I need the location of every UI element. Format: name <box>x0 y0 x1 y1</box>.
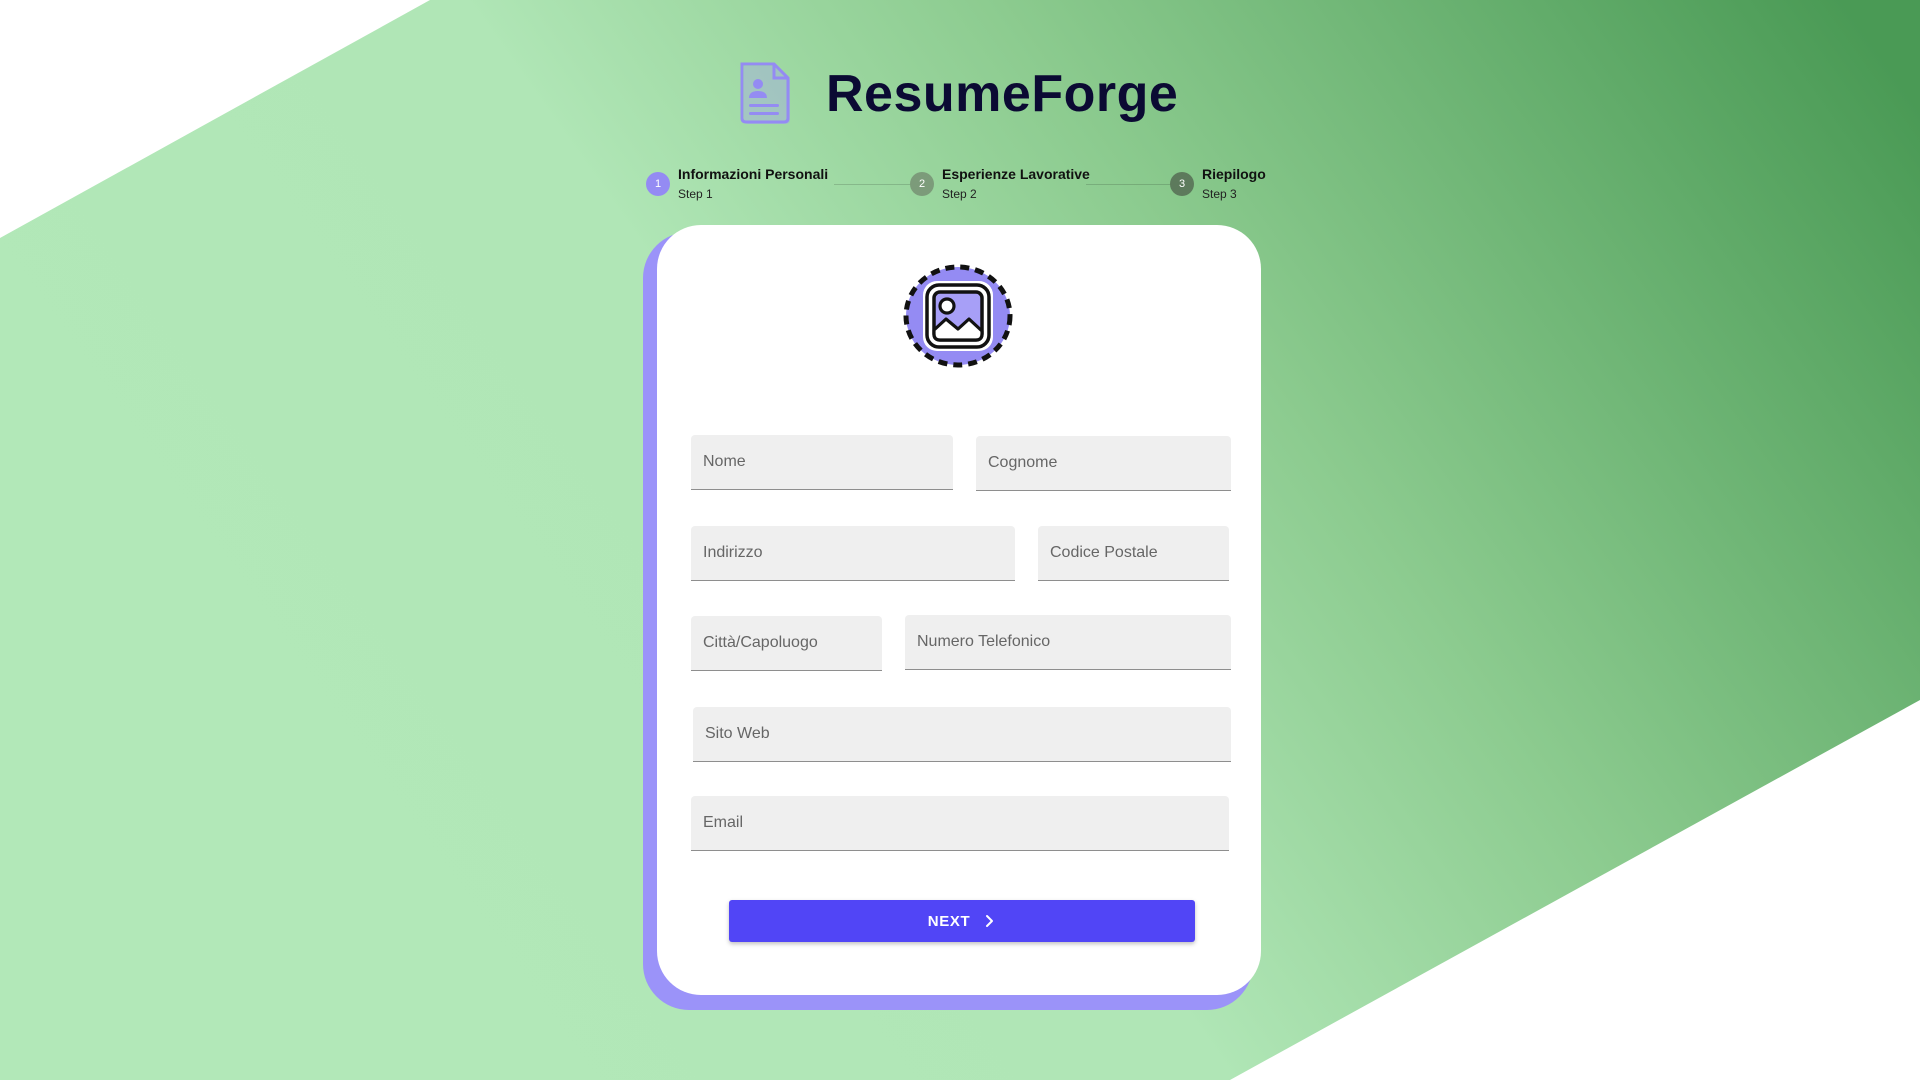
cognome-field <box>976 436 1231 491</box>
step-number: 3 <box>1170 172 1194 196</box>
codice-postale-field <box>1038 526 1229 581</box>
step-title: Esperienze Lavorative <box>942 166 1090 182</box>
step-connector <box>1086 184 1172 185</box>
indirizzo-field <box>691 526 1015 581</box>
personal-info-card: NEXT <box>657 225 1261 995</box>
next-button-label: NEXT <box>927 912 971 930</box>
sito-web-field <box>693 707 1231 762</box>
image-upload-icon[interactable] <box>903 263 1013 369</box>
email-input[interactable] <box>691 796 1229 850</box>
step-subtitle: Step 3 <box>1202 187 1237 201</box>
stepper: 1 Informazioni Personali Step 1 2 Esperi… <box>646 164 1266 204</box>
codice-postale-input[interactable] <box>1038 526 1229 580</box>
step-subtitle: Step 1 <box>678 187 713 201</box>
nome-input[interactable] <box>691 435 953 489</box>
app-header: ResumeForge <box>0 58 1920 130</box>
citta-input[interactable] <box>691 616 882 670</box>
citta-field <box>691 616 882 671</box>
resume-document-icon <box>740 62 790 124</box>
step-number: 1 <box>646 172 670 196</box>
step-title: Informazioni Personali <box>678 166 829 182</box>
sito-web-input[interactable] <box>693 707 1231 761</box>
step-subtitle: Step 2 <box>942 187 977 201</box>
email-field <box>691 796 1229 851</box>
cognome-input[interactable] <box>976 436 1231 490</box>
indirizzo-input[interactable] <box>691 526 1015 580</box>
telefono-field <box>905 615 1231 670</box>
step-connector <box>834 184 914 185</box>
nome-field <box>691 435 953 490</box>
step-number: 2 <box>910 172 934 196</box>
chevron-right-icon <box>986 915 994 927</box>
step-title: Riepilogo <box>1202 166 1266 182</box>
next-button[interactable]: NEXT <box>729 900 1195 942</box>
telefono-input[interactable] <box>905 615 1231 669</box>
app-title: ResumeForge <box>826 65 1179 123</box>
